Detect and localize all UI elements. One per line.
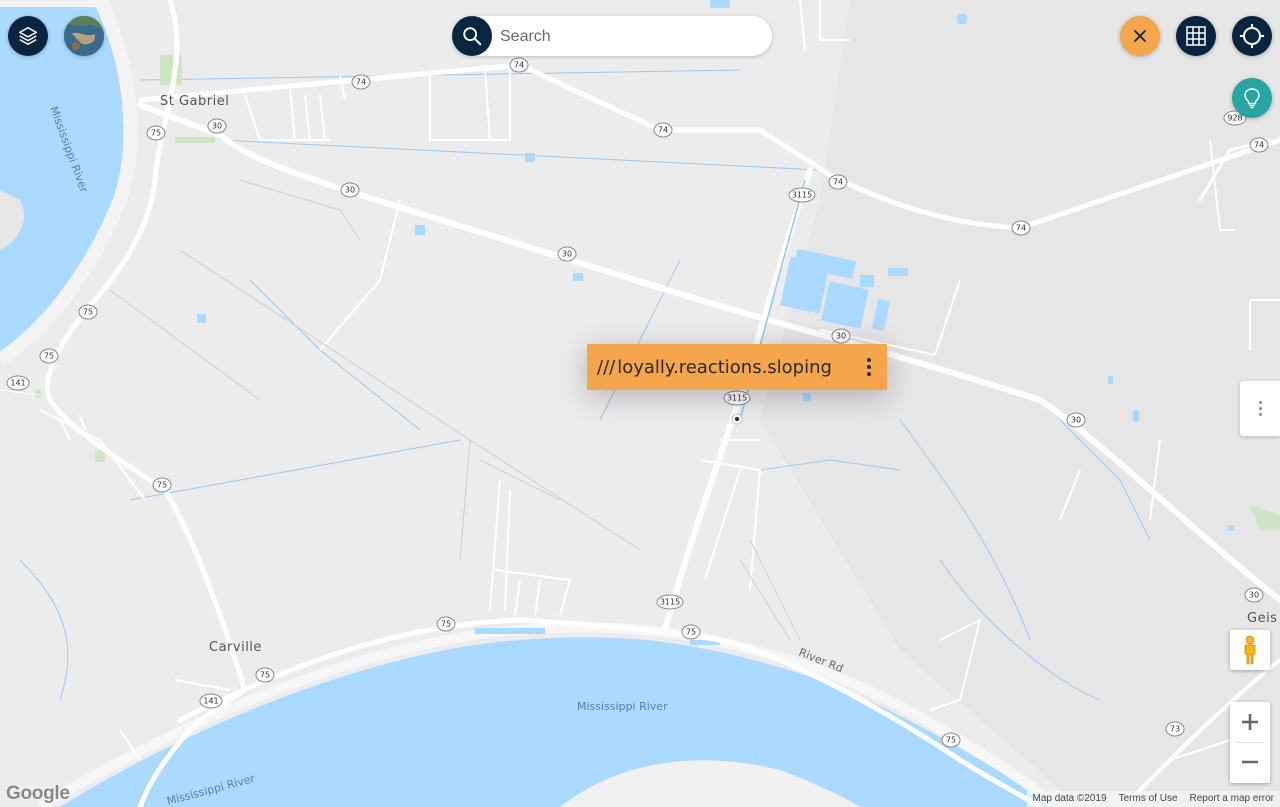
shield-30: 30 (207, 118, 227, 134)
shield-75: 75 (39, 348, 59, 364)
minus-icon (1242, 760, 1258, 764)
w3w-slashes: /// (597, 356, 616, 378)
svg-text:30: 30 (345, 186, 355, 195)
svg-text:3115: 3115 (792, 191, 812, 200)
shield-74: 74 (509, 57, 529, 73)
svg-text:74: 74 (1016, 224, 1026, 233)
svg-text:30: 30 (836, 332, 846, 341)
svg-text:3115: 3115 (727, 394, 747, 403)
shield-74: 74 (351, 74, 371, 90)
more-vert-icon (1258, 401, 1262, 404)
satellite-view-button[interactable] (64, 16, 104, 56)
side-panel-toggle[interactable] (1240, 381, 1280, 436)
shield-74: 74 (653, 122, 673, 138)
shield-74: 74 (1249, 137, 1269, 153)
shield-75: 75 (255, 667, 275, 683)
close-icon (1134, 30, 1146, 42)
place-label-carville: Carville (209, 640, 262, 655)
svg-text:30: 30 (1071, 416, 1081, 425)
zoom-out-button[interactable] (1230, 742, 1270, 782)
shield-75: 75 (436, 616, 456, 632)
plus-icon (1242, 714, 1258, 730)
svg-text:74: 74 (514, 61, 524, 70)
shield-30: 30 (340, 182, 360, 198)
google-logo[interactable]: Google (6, 783, 70, 805)
shield-3115: 3115 (656, 594, 684, 610)
search-button[interactable] (452, 16, 492, 56)
more-vert-icon (867, 358, 871, 362)
svg-text:141: 141 (203, 697, 218, 706)
zoom-in-button[interactable] (1230, 702, 1270, 742)
zoom-control (1230, 702, 1270, 783)
shield-141: 141 (6, 375, 30, 391)
shield-75: 75 (152, 477, 172, 493)
map-canvas[interactable]: St Gabriel Carville Geis Mississippi Riv… (0, 0, 1280, 807)
satellite-thumbnail-icon (64, 16, 104, 56)
grid-icon (1186, 26, 1206, 46)
place-label-geis: Geis (1247, 611, 1277, 626)
shield-30: 30 (557, 246, 577, 262)
svg-text:141: 141 (10, 379, 25, 388)
svg-text:75: 75 (686, 628, 696, 637)
shield-141: 141 (199, 693, 223, 709)
more-vert-dot (867, 372, 871, 376)
lightbulb-icon (1244, 88, 1260, 109)
svg-text:3115: 3115 (660, 598, 680, 607)
layers-icon (19, 27, 37, 45)
svg-text:75: 75 (946, 736, 956, 745)
shield-75: 75 (78, 304, 98, 320)
svg-text:73: 73 (1170, 725, 1180, 734)
tip-button[interactable] (1232, 78, 1272, 118)
shield-73: 73 (1165, 721, 1185, 737)
svg-text:75: 75 (441, 620, 451, 629)
svg-text:74: 74 (356, 78, 366, 87)
layers-button[interactable] (8, 16, 48, 56)
popup-menu-button[interactable] (861, 355, 877, 379)
more-vert-dot (1258, 407, 1262, 410)
svg-text:75: 75 (83, 308, 93, 317)
zoom-divider (1236, 742, 1264, 743)
shield-3115: 3115 (788, 187, 816, 203)
grid-button[interactable] (1176, 16, 1216, 56)
search-bar[interactable] (452, 16, 772, 56)
place-label-st-gabriel: St Gabriel (160, 94, 229, 109)
more-vert-dot (867, 365, 871, 369)
svg-text:75: 75 (151, 129, 161, 138)
search-input[interactable] (498, 24, 762, 50)
street-view-button[interactable] (1230, 630, 1270, 670)
terms-link[interactable]: Terms of Use (1113, 791, 1184, 807)
svg-text:30: 30 (562, 250, 572, 259)
location-popup[interactable]: ///loyally.reactions.sloping (587, 344, 887, 390)
svg-text:30: 30 (1249, 591, 1259, 600)
shield-3115: 3115 (723, 390, 751, 406)
water-label-river-bottom: Mississippi River (577, 700, 668, 713)
shield-30: 30 (1066, 412, 1086, 428)
more-vert-dot (1258, 413, 1262, 416)
shield-30: 30 (1244, 587, 1264, 603)
pegman-icon (1244, 635, 1256, 665)
shield-75: 75 (146, 125, 166, 141)
svg-text:74: 74 (1254, 141, 1264, 150)
svg-text:75: 75 (157, 481, 167, 490)
svg-text:75: 75 (44, 352, 54, 361)
search-icon (463, 27, 482, 46)
report-error-link[interactable]: Report a map error (1184, 791, 1280, 807)
location-pin[interactable] (731, 413, 743, 425)
svg-text:75: 75 (260, 671, 270, 680)
shield-30: 30 (831, 328, 851, 344)
map-data-label: Map data ©2019 (1032, 793, 1107, 804)
locate-button[interactable] (1232, 16, 1272, 56)
shield-74: 74 (1011, 220, 1031, 236)
svg-text:74: 74 (658, 126, 668, 135)
close-button[interactable] (1120, 16, 1160, 56)
svg-text:30: 30 (212, 122, 222, 131)
shield-75: 75 (941, 732, 961, 748)
svg-text:74: 74 (833, 178, 843, 187)
w3w-address: ///loyally.reactions.sloping (597, 357, 832, 378)
shield-74: 74 (828, 174, 848, 190)
crosshair-icon (1240, 24, 1264, 48)
attribution-bar: Map data ©2019 Terms of Use Report a map… (1026, 791, 1280, 807)
shield-75: 75 (681, 624, 701, 640)
w3w-words: loyally.reactions.sloping (617, 356, 832, 378)
